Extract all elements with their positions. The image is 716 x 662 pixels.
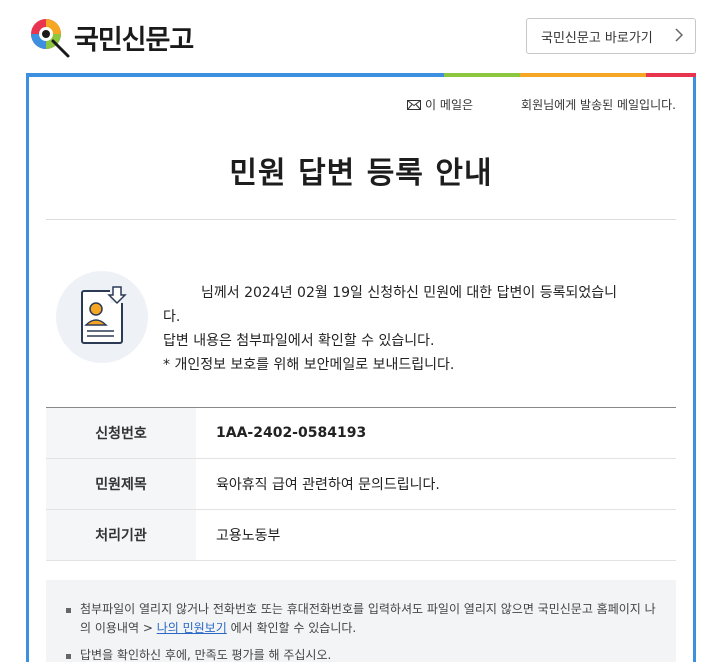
notice-prefix: 이 메일은 [425, 98, 474, 112]
message-line1-wrap: 다. [163, 309, 181, 325]
logo-emblem-icon [31, 19, 70, 58]
title-divider [46, 219, 676, 220]
guide-item: 답변을 확인하신 후에, 만족도 평가를 해 주십시오. [64, 646, 660, 662]
logo[interactable]: 국민신문고 [26, 12, 196, 62]
page-title: 민원 답변 등록 안내 [229, 156, 493, 191]
row-value-complaint-title: 육아휴직 급여 관련하여 문의드립니다. [196, 458, 676, 510]
row-label-complaint-title: 민원제목 [46, 458, 196, 510]
guide-item1-text-b: 에서 확인할 수 있습니다. [226, 621, 357, 635]
table-row: 민원제목 육아휴직 급여 관련하여 문의드립니다. [46, 458, 676, 510]
guide-item2-text: 답변을 확인하신 후에, 만족도 평가를 해 주십시오. [80, 648, 332, 662]
row-value-agency: 고용노동부 [196, 509, 676, 561]
message-line3: * 개인정보 보호를 위해 보안메일로 보내드립니다. [163, 357, 455, 373]
document-user-icon [81, 285, 127, 344]
chevron-right-icon [675, 28, 684, 46]
info-table: 신청번호 1AA-2402-0584193 민원제목 육아휴직 급여 관련하여 … [46, 407, 676, 561]
table-row: 처리기관 고용노동부 [46, 509, 676, 561]
envelope-icon [407, 99, 422, 110]
row-value-application-number: 1AA-2402-0584193 [196, 407, 676, 459]
guide-box: 첨부파일이 열리지 않거나 전화번호 또는 휴대전화번호를 입력하셔도 파일이 … [46, 580, 676, 662]
mail-notice: 이 메일은 회원님에게 발송된 메일입니다. [407, 96, 676, 113]
color-bar [26, 73, 696, 77]
my-complaints-link[interactable]: 나의 민원보기 [157, 621, 227, 635]
notice-suffix: 회원님에게 발송된 메일입니다. [521, 98, 676, 112]
table-row: 신청번호 1AA-2402-0584193 [46, 407, 676, 459]
row-label-agency: 처리기관 [46, 509, 196, 561]
answer-message: 님께서 2024년 02월 19일 신청하신 민원에 대한 답변이 등록되었습니… [163, 281, 673, 377]
portal-shortcut-label: 국민신문고 바로가기 [541, 30, 653, 46]
logo-text: 국민신문고 [74, 24, 194, 56]
portal-shortcut-button[interactable]: 국민신문고 바로가기 [526, 18, 696, 54]
guide-item: 첨부파일이 열리지 않거나 전화번호 또는 휴대전화번호를 입력하셔도 파일이 … [64, 600, 660, 638]
row-label-application-number: 신청번호 [46, 407, 196, 459]
document-icon-wrapper [56, 271, 148, 363]
message-line1: 님께서 2024년 02월 19일 신청하신 민원에 대한 답변이 등록되었습니 [201, 285, 617, 301]
message-line2: 답변 내용은 첨부파일에서 확인할 수 있습니다. [163, 333, 435, 349]
